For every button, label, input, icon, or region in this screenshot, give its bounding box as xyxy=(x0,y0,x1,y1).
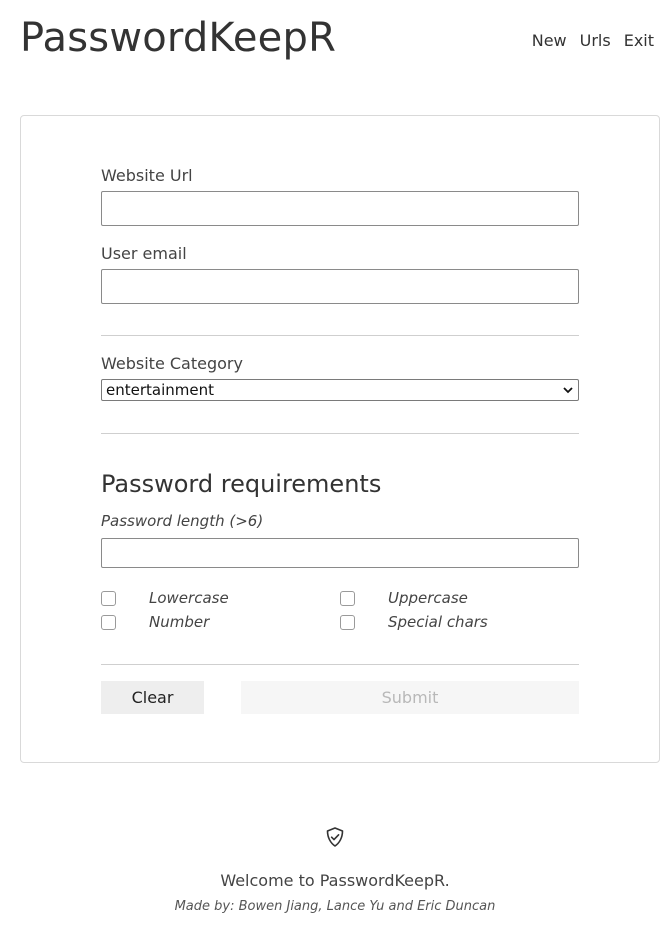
lowercase-option[interactable]: Lowercase xyxy=(101,589,229,607)
brand-logo-link[interactable]: PasswordKeepR xyxy=(20,18,336,58)
divider xyxy=(101,664,579,665)
footer: Welcome to PasswordKeepR. Made by: Bowen… xyxy=(0,825,670,914)
password-length-label: Password length (>6) xyxy=(101,512,264,530)
user-email-input[interactable] xyxy=(101,269,579,304)
password-length-input[interactable] xyxy=(101,538,579,568)
chevron-down-icon xyxy=(562,384,574,396)
uppercase-label: Uppercase xyxy=(388,589,468,607)
clear-button[interactable]: Clear xyxy=(101,681,204,714)
divider xyxy=(101,433,579,434)
user-email-label: User email xyxy=(101,244,187,263)
website-category-label: Website Category xyxy=(101,354,243,373)
nav-links: New Urls Exit xyxy=(532,33,654,49)
password-requirements-heading: Password requirements xyxy=(101,470,382,498)
new-url-form-card: Website Url User email Website Category … xyxy=(20,115,660,763)
special-chars-option[interactable]: Special chars xyxy=(340,613,488,631)
number-label: Number xyxy=(149,613,210,631)
lowercase-label: Lowercase xyxy=(149,589,229,607)
divider xyxy=(101,335,579,336)
nav-link-urls[interactable]: Urls xyxy=(580,33,611,49)
welcome-text: Welcome to PasswordKeepR. xyxy=(220,871,450,890)
number-checkbox[interactable] xyxy=(101,614,116,630)
submit-button[interactable]: Submit xyxy=(241,681,579,714)
website-url-input[interactable] xyxy=(101,191,579,226)
number-option[interactable]: Number xyxy=(101,613,209,631)
special-chars-label: Special chars xyxy=(388,613,488,631)
shield-check-icon xyxy=(326,827,344,847)
website-category-select[interactable]: entertainment xyxy=(101,379,579,401)
lowercase-checkbox[interactable] xyxy=(101,590,116,606)
top-navbar: PasswordKeepR New Urls Exit xyxy=(0,0,670,90)
credits-text: Made by: Bowen Jiang, Lance Yu and Eric … xyxy=(174,899,496,914)
nav-link-new[interactable]: New xyxy=(532,33,567,49)
website-url-label: Website Url xyxy=(101,166,193,185)
nav-link-exit[interactable]: Exit xyxy=(624,33,654,49)
special-chars-checkbox[interactable] xyxy=(340,614,355,630)
website-category-selected-value: entertainment xyxy=(106,381,214,399)
uppercase-option[interactable]: Uppercase xyxy=(340,589,468,607)
uppercase-checkbox[interactable] xyxy=(340,590,355,606)
